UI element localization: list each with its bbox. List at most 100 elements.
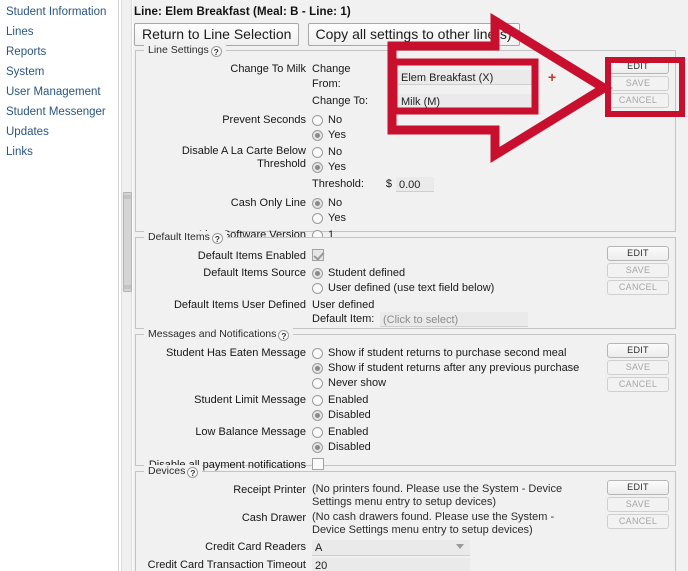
messages-edit-button[interactable]: EDIT <box>607 343 669 358</box>
disable-a-la-carte-option-no[interactable]: No <box>312 145 671 159</box>
return-to-line-selection-button[interactable]: Return to Line Selection <box>134 23 300 46</box>
credit-card-readers-select[interactable]: A <box>312 540 470 556</box>
chevron-down-icon <box>456 544 464 549</box>
disable-all-payment-notifications-row: Disable all payment notifications <box>140 458 671 472</box>
cash-drawer-label: Cash Drawer <box>241 512 306 524</box>
change-from-input[interactable]: Elem Breakfast (X) <box>398 69 536 85</box>
credit-card-timeout-input[interactable]: 20 <box>312 558 470 571</box>
radio-icon[interactable] <box>312 267 323 279</box>
copy-all-settings-button[interactable]: Copy all settings to other line(s) <box>307 23 520 46</box>
change-to-input[interactable]: Milk (M) <box>398 94 536 109</box>
add-milk-row-icon[interactable]: + <box>548 70 556 84</box>
credit-card-timeout-row: Credit Card Transaction Timeout 20 <box>140 558 671 571</box>
radio-icon[interactable] <box>312 282 323 294</box>
radio-icon[interactable] <box>312 347 323 359</box>
radio-icon[interactable] <box>312 212 323 224</box>
messages-cancel-button: CANCEL <box>607 377 669 392</box>
cash-only-option-yes-label: Yes <box>328 212 346 224</box>
sidebar-item-lines[interactable]: Lines <box>4 22 118 42</box>
disable-a-la-carte-option-yes[interactable]: Yes <box>312 160 671 174</box>
low-balance-option-disabled[interactable]: Disabled <box>312 440 671 454</box>
page-title: Line: Elem Breakfast (Meal: B - Line: 1) <box>134 6 351 18</box>
currency-symbol: $ <box>385 178 392 190</box>
line-settings-edit-button[interactable]: EDIT <box>607 59 669 74</box>
line-settings-save-button: SAVE <box>607 76 669 91</box>
student-limit-option-disabled-label: Disabled <box>328 409 371 421</box>
default-item-select-field[interactable]: (Click to select) <box>380 312 528 327</box>
default-item-sub-line1: User defined <box>312 299 375 311</box>
disable-all-payment-notifications-checkbox[interactable] <box>312 458 324 470</box>
devices-edit-button[interactable]: EDIT <box>607 480 669 495</box>
prevent-seconds-row: Prevent Seconds No Yes <box>140 113 671 143</box>
radio-icon[interactable] <box>312 409 323 421</box>
radio-icon[interactable] <box>312 426 323 438</box>
top-button-bar: Return to Line Selection Copy all settin… <box>134 23 688 46</box>
devices-cancel-button: CANCEL <box>607 514 669 529</box>
scrollbar-thumb-cap-top <box>124 195 131 199</box>
devices-group: Devices? Receipt Printer (No printers fo… <box>135 465 676 571</box>
default-items-user-defined-row: Default Items User Defined User defined … <box>140 298 671 329</box>
change-from-number: 7 <box>387 70 394 83</box>
radio-icon[interactable] <box>312 146 323 158</box>
default-items-source-row: Default Items Source Student defined Use… <box>140 266 671 296</box>
low-balance-option-enabled[interactable]: Enabled <box>312 425 671 439</box>
cash-only-option-yes[interactable]: Yes <box>312 211 671 225</box>
cash-only-line-label: Cash Only Line <box>230 197 306 209</box>
sidebar-item-links[interactable]: Links <box>4 142 118 162</box>
sidebar-item-system[interactable]: System <box>4 62 118 82</box>
radio-icon[interactable] <box>312 114 323 126</box>
line-settings-cancel-button: CANCEL <box>607 93 669 108</box>
threshold-input[interactable]: 0.00 <box>396 177 434 192</box>
change-to-milk-row: Change To Milk Change From: 7 Elem Break… <box>140 62 671 111</box>
radio-icon[interactable] <box>312 362 323 374</box>
credit-card-readers-row: Credit Card Readers A <box>140 540 671 556</box>
default-items-source-label: Default Items Source <box>203 267 306 279</box>
credit-card-readers-label: Credit Card Readers <box>205 541 306 553</box>
default-items-action-buttons: EDIT SAVE CANCEL <box>607 246 669 297</box>
radio-icon[interactable] <box>312 377 323 389</box>
radio-icon[interactable] <box>312 129 323 141</box>
radio-icon[interactable] <box>312 197 323 209</box>
credit-card-readers-selected-value: A <box>315 542 323 554</box>
default-item-select-row: Default Item: (Click to select) <box>312 312 671 327</box>
prevent-seconds-option-yes[interactable]: Yes <box>312 128 671 142</box>
change-to-label: Change To: <box>312 95 369 107</box>
messages-action-buttons: EDIT SAVE CANCEL <box>607 343 669 394</box>
prevent-seconds-option-no-label: No <box>328 114 343 126</box>
vertical-scrollbar[interactable] <box>121 0 132 571</box>
sidebar-item-student-messenger[interactable]: Student Messenger <box>4 102 118 122</box>
student-limit-option-disabled[interactable]: Disabled <box>312 408 671 422</box>
sidebar-item-updates[interactable]: Updates <box>4 122 118 142</box>
radio-icon[interactable] <box>312 441 323 453</box>
sidebar-item-reports[interactable]: Reports <box>4 42 118 62</box>
student-has-eaten-option-any-previous-label: Show if student returns after any previo… <box>328 362 580 374</box>
sidebar-item-user-management[interactable]: User Management <box>4 82 118 102</box>
student-has-eaten-row: Student Has Eaten Message Show if studen… <box>140 346 671 391</box>
low-balance-option-enabled-label: Enabled <box>328 426 369 438</box>
default-items-cancel-button: CANCEL <box>607 280 669 295</box>
change-from-label: Change From: <box>312 63 351 90</box>
radio-icon[interactable] <box>312 161 323 173</box>
cash-only-option-no[interactable]: No <box>312 196 671 210</box>
cash-only-option-no-label: No <box>328 197 343 209</box>
scrollbar-thumb[interactable] <box>123 192 132 292</box>
messages-notifications-group: Messages and Notifications? Student Has … <box>135 328 676 471</box>
radio-icon[interactable] <box>312 394 323 406</box>
application-window: Student Information Lines Reports System… <box>0 0 688 571</box>
cash-drawer-row: Cash Drawer (No cash drawers found. Plea… <box>140 511 671 537</box>
student-limit-option-enabled-label: Enabled <box>328 394 369 406</box>
change-to-number: 8 <box>387 95 394 107</box>
change-to-milk-label: Change To Milk <box>230 63 306 75</box>
default-items-edit-button[interactable]: EDIT <box>607 246 669 261</box>
disable-a-la-carte-row: Disable A La Carte Below Threshold No Ye… <box>140 145 671 194</box>
student-limit-option-enabled[interactable]: Enabled <box>312 393 671 407</box>
sidebar-item-student-information[interactable]: Student Information <box>4 2 118 22</box>
devices-action-buttons: EDIT SAVE CANCEL <box>607 480 669 531</box>
main-content-panel: Line: Elem Breakfast (Meal: B - Line: 1)… <box>133 0 688 571</box>
student-limit-message-label: Student Limit Message <box>194 394 306 406</box>
threshold-label: Threshold: <box>312 178 364 190</box>
cash-only-line-row: Cash Only Line No Yes <box>140 196 671 226</box>
prevent-seconds-option-no[interactable]: No <box>312 113 671 127</box>
cash-drawer-value: (No cash drawers found. Please use the S… <box>312 511 555 536</box>
default-items-enabled-checkbox[interactable] <box>312 249 324 261</box>
